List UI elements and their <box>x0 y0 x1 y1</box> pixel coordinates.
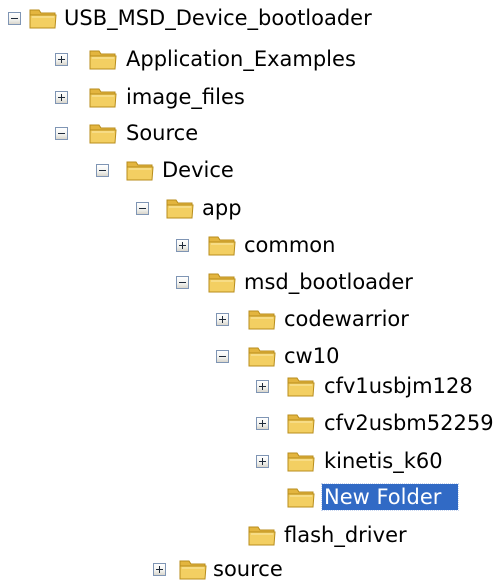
tree-node-new-folder[interactable]: New Folder <box>0 479 490 515</box>
folder-icon <box>125 158 155 182</box>
expand-expander-icon[interactable] <box>55 53 68 66</box>
folder-icon <box>286 374 316 398</box>
folder-icon <box>165 196 195 220</box>
collapse-expander-icon[interactable] <box>55 127 68 140</box>
tree-node-cfv1usbjm128[interactable]: cfv1usbjm128 <box>0 368 490 404</box>
folder-icon <box>88 47 118 71</box>
tree-node-device[interactable]: Device <box>0 152 360 188</box>
tree-node-label[interactable]: common <box>242 232 337 258</box>
tree-node-label[interactable]: image_files <box>124 84 247 110</box>
expand-expander-icon[interactable] <box>153 563 166 576</box>
tree-node-label[interactable]: app <box>200 195 244 221</box>
folder-icon <box>247 523 277 547</box>
tree-node-label[interactable]: cfv2usbm52259 <box>322 410 493 436</box>
tree-node-app[interactable]: app <box>0 190 360 226</box>
folder-icon <box>247 344 277 368</box>
folder-icon <box>207 270 237 294</box>
expand-expander-icon[interactable] <box>176 239 189 252</box>
collapse-expander-icon[interactable] <box>216 350 229 363</box>
tree-node-label[interactable]: flash_driver <box>282 522 409 548</box>
expand-expander-icon[interactable] <box>256 417 269 430</box>
tree-node-label[interactable]: Source <box>124 120 200 146</box>
folder-icon <box>88 121 118 145</box>
expand-expander-icon[interactable] <box>216 313 229 326</box>
tree-node-common[interactable]: common <box>0 227 360 263</box>
collapse-expander-icon[interactable] <box>176 276 189 289</box>
folder-icon <box>286 485 316 509</box>
tree-node-application-examples[interactable]: Application_Examples <box>0 41 360 77</box>
tree-node-usb-msd-device-bootloader[interactable]: USB_MSD_Device_bootloader <box>0 0 372 36</box>
tree-node-label[interactable]: codewarrior <box>282 306 411 332</box>
folder-icon <box>28 6 58 30</box>
folder-icon <box>88 85 118 109</box>
tree-node-label[interactable]: cfv1usbjm128 <box>322 373 475 399</box>
collapse-expander-icon[interactable] <box>136 202 149 215</box>
folder-icon <box>286 449 316 473</box>
collapse-expander-icon[interactable] <box>96 164 109 177</box>
tree-node-label[interactable]: msd_bootloader <box>242 269 415 295</box>
folder-icon <box>207 233 237 257</box>
tree-node-flash-driver[interactable]: flash_driver <box>0 517 440 553</box>
tree-node-label[interactable]: Device <box>160 157 236 183</box>
tree-node-label[interactable]: kinetis_k60 <box>322 448 445 474</box>
tree-node-label-selected[interactable]: New Folder <box>321 483 459 511</box>
tree-node-label[interactable]: Application_Examples <box>124 46 358 72</box>
collapse-expander-icon[interactable] <box>8 12 21 25</box>
expand-expander-icon[interactable] <box>256 380 269 393</box>
tree-node-image-files[interactable]: image_files <box>0 79 360 115</box>
tree-node-source[interactable]: Source <box>0 115 360 151</box>
folder-icon <box>247 307 277 331</box>
expand-expander-icon[interactable] <box>256 455 269 468</box>
folder-tree: USB_MSD_Device_bootloader Application_Ex… <box>0 0 493 582</box>
tree-node-label[interactable]: source <box>211 556 285 582</box>
tree-node-msd-bootloader[interactable]: msd_bootloader <box>0 264 430 300</box>
folder-icon <box>178 557 208 581</box>
tree-node-codewarrior[interactable]: codewarrior <box>0 301 460 337</box>
tree-node-label[interactable]: cw10 <box>282 343 341 369</box>
tree-node-kinetis-k60[interactable]: kinetis_k60 <box>0 443 490 479</box>
tree-node-cfv2usbm52259[interactable]: cfv2usbm52259 <box>0 405 493 441</box>
expand-expander-icon[interactable] <box>55 91 68 104</box>
folder-icon <box>286 411 316 435</box>
tree-node-label[interactable]: USB_MSD_Device_bootloader <box>62 5 374 31</box>
